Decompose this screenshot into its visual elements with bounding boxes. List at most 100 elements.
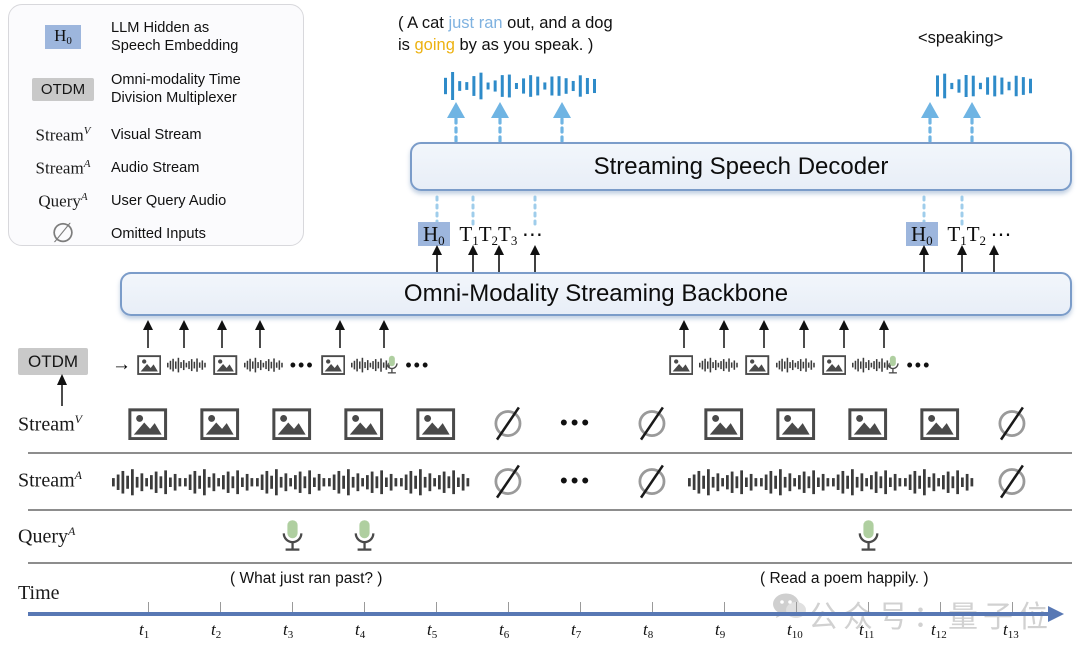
caption-part-3: is [398,36,415,54]
audio-waveform-icon [167,357,207,373]
query-caption-right: ( Read a poem happily. ) [760,570,929,587]
legend-key-h0: H0 [15,25,111,49]
otdm-cell-audio [699,356,739,374]
image-icon [776,408,816,440]
omni-modality-backbone-box[interactable]: Omni-Modality Streaming Backbone [120,272,1072,316]
left-output-caption: ( A cat just ran out, and a dog is going… [398,12,708,56]
speech-waveform-icon [936,73,1032,99]
image-icon [704,408,744,440]
legend-key-otdm: OTDM [15,77,111,101]
stream-v-cell [200,408,240,445]
otdm-ellipsis: ••• [906,354,932,375]
time-tick-mark [292,602,294,612]
audio-waveform-icon [688,468,758,496]
divider-stream-v [28,452,1072,454]
stream-a-cell [904,466,975,504]
otdm-ellipsis: ••• [289,354,315,375]
time-tick-label: t8 [643,620,654,641]
microphone-icon [887,355,899,374]
audio-waveform-icon [775,357,815,373]
legend-key-stream-a: StreamA [35,158,91,178]
time-tick-mark [796,602,798,612]
image-icon [416,408,456,440]
stream-a-cell [997,462,1027,506]
query-caption-left: ( What just ran past? ) [230,570,383,587]
legend-item-otdm: OTDM Omni-modality Time Division Multiple… [15,71,241,107]
caption-highlight-blue: just ran [448,14,503,32]
audio-waveform-icon [243,357,283,373]
otdm-cell-mic [885,355,900,376]
time-tick-label: t1 [139,620,150,641]
audio-waveform-icon [760,468,830,496]
legend-panel: H0 LLM Hidden as Speech Embedding OTDM Om… [8,4,304,247]
time-tick-mark [508,602,510,612]
stream-a-row: ••• [0,456,1080,508]
stream-a-cell [637,462,667,506]
time-tick-mark [436,602,438,612]
audio-waveform-icon [400,468,470,496]
divider-query-a [28,562,1072,564]
legend-label-otdm: Omni-modality Time Division Multiplexer [111,72,241,106]
legend-label-h0: LLM Hidden as Speech Embedding [111,20,239,54]
otdm-sequence-left: ••• ••• [134,350,433,380]
image-icon [821,355,846,375]
audio-waveform-icon [904,468,974,496]
otdm-chip-label: OTDM [18,348,89,375]
right-output-caption: <speaking> [918,29,1004,47]
time-tick-mark [724,602,726,612]
query-a-row [0,513,1080,561]
time-tick-label: t9 [715,620,726,641]
time-tick-mark [580,602,582,612]
legend-label-query-a: User Query Audio [111,193,227,210]
caption-part-1: ( A cat [398,14,449,32]
otdm-cell-dots: ••• [906,355,931,376]
image-icon [213,355,238,375]
otdm-chip[interactable]: OTDM [18,348,89,375]
time-tick-mark [148,602,150,612]
otdm-to-backbone-arrows [143,320,889,348]
stream-v-cell [128,408,168,445]
omitted-input-icon [494,465,522,499]
time-tick-mark [868,602,870,612]
null-glyph-icon: ∅ [51,218,75,248]
time-tick-label: t2 [211,620,222,641]
microphone-icon [858,520,879,551]
otdm-ellipsis: ••• [405,354,431,375]
divider-stream-a [28,509,1072,511]
output-waveform-left [444,71,596,101]
image-icon [745,355,770,375]
otdm-cell-audio [775,356,816,374]
otdm-cell-image [669,355,694,375]
time-tick-label: t3 [283,620,294,641]
stream-v-cell [272,408,312,445]
caption-part-4: by as you speak. ) [454,36,594,54]
stream-a-cell [760,466,831,504]
otdm-cell-image [320,355,345,375]
time-tick-label: t13 [1003,620,1019,641]
legend-key-omitted: ∅ [15,220,111,247]
omitted-input-icon [998,407,1026,441]
microphone-icon [386,355,398,374]
microphone-icon [282,520,303,551]
stream-v-cell [997,404,1027,448]
token-to-decoder-dotted-lines [435,192,964,226]
otdm-cell-image [821,355,846,375]
otdm-cell-image [745,355,770,375]
image-icon [128,408,168,440]
legend-label-stream-a: Audio Stream [111,160,200,177]
omitted-input-icon [638,465,666,499]
stream-v-cell [776,408,816,445]
time-tick-label: t10 [787,620,803,641]
legend-key-stream-v: StreamV [35,125,91,145]
h0-chip-icon: H0 [45,25,81,49]
query-a-cell [351,519,377,560]
stream-v-cell [704,408,744,445]
audio-waveform-icon [256,468,326,496]
otdm-cell-dots: ••• [290,355,315,376]
streaming-speech-decoder-label: Streaming Speech Decoder [593,152,889,180]
streaming-speech-decoder-box[interactable]: Streaming Speech Decoder [410,142,1072,191]
caption-part-2: out, and a dog [502,14,613,32]
legend-key-query-a: QueryA [38,191,88,211]
omitted-input-icon [494,407,522,441]
stream-a-cell [112,466,183,504]
